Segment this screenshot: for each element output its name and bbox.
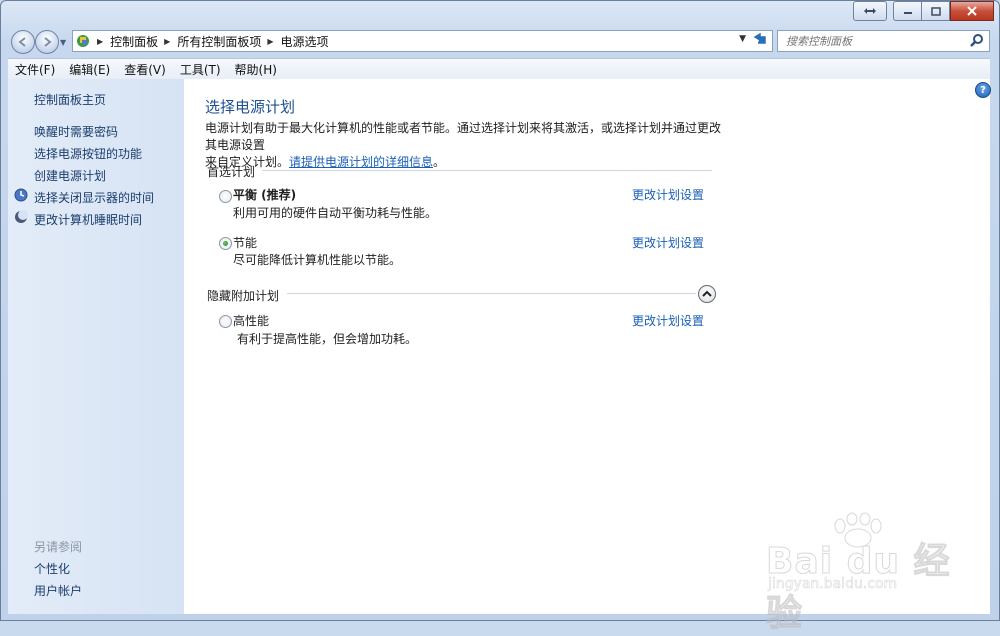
- refresh-button[interactable]: [749, 30, 771, 50]
- collapse-hidden-plans-button[interactable]: [698, 285, 716, 303]
- plan-balanced-desc: 利用可用的硬件自动平衡功耗与性能。: [233, 206, 438, 220]
- plan-balanced-radio[interactable]: [219, 190, 232, 203]
- plan-high-performance-settings-link[interactable]: 更改计划设置: [632, 312, 704, 329]
- description-line: 电源计划有助于最大化计算机的性能或者节能。通过选择计划来将其激活，或选择计划并通…: [205, 121, 722, 152]
- see-also-heading: 另请参阅: [34, 540, 83, 554]
- breadcrumb-separator[interactable]: ▶: [97, 37, 103, 46]
- sidebar-item-wake-password[interactable]: 唤醒时需要密码: [34, 123, 118, 140]
- sidebar: 控制面板主页 唤醒时需要密码 选择电源按钮的功能 创建电源计划 选择关闭显示器的…: [8, 79, 184, 614]
- search-box[interactable]: [777, 30, 990, 52]
- forward-button[interactable]: [35, 30, 59, 54]
- breadcrumb-all-items[interactable]: 所有控制面板项: [177, 33, 261, 50]
- snap-button[interactable]: [853, 1, 887, 21]
- search-input[interactable]: [784, 33, 968, 49]
- plan-high-performance-name[interactable]: 高性能: [233, 312, 269, 329]
- back-button[interactable]: [11, 30, 35, 54]
- page-title: 选择电源计划: [205, 98, 296, 116]
- recent-pages-dropdown[interactable]: ▼: [60, 38, 66, 47]
- maximize-icon: [930, 6, 941, 16]
- display-clock-icon: [14, 188, 28, 202]
- plan-high-performance-desc: 有利于提高性能，但会增加功耗。: [237, 332, 418, 346]
- watermark-url: jingyan.baidu.com: [768, 576, 898, 593]
- sidebar-item-sleep-time[interactable]: 更改计算机睡眠时间: [34, 211, 142, 228]
- plan-power-saver-settings-link[interactable]: 更改计划设置: [632, 234, 704, 251]
- page-description: 电源计划有助于最大化计算机的性能或者节能。通过选择计划来将其激活，或选择计划并通…: [205, 120, 725, 171]
- caption-buttons: [853, 1, 994, 21]
- minimize-button[interactable]: [893, 1, 921, 21]
- sidebar-item-create-plan[interactable]: 创建电源计划: [34, 167, 106, 184]
- breadcrumb-control-panel[interactable]: 控制面板: [110, 33, 158, 50]
- sidebar-item-display-off-time[interactable]: 选择关闭显示器的时间: [34, 189, 154, 206]
- menu-view[interactable]: 查看(V): [117, 61, 173, 78]
- close-button[interactable]: [950, 1, 994, 21]
- sidebar-item-personalization[interactable]: 个性化: [34, 560, 70, 577]
- sidebar-item-user-accounts[interactable]: 用户帐户: [34, 582, 82, 599]
- divider: [287, 293, 696, 294]
- sidebar-item-power-buttons[interactable]: 选择电源按钮的功能: [34, 145, 142, 162]
- plan-balanced-name[interactable]: 平衡 (推荐): [233, 186, 296, 203]
- sidebar-control-panel-home[interactable]: 控制面板主页: [34, 91, 106, 108]
- close-icon: [967, 6, 977, 16]
- help-button[interactable]: ?: [975, 82, 991, 98]
- menu-file[interactable]: 文件(F): [8, 61, 62, 78]
- divider: [262, 170, 712, 171]
- help-icon: ?: [980, 84, 986, 96]
- address-dropdown-icon[interactable]: ▼: [739, 34, 746, 44]
- minimize-icon: [903, 12, 912, 14]
- menu-tools[interactable]: 工具(T): [173, 61, 228, 78]
- breadcrumb-power-options[interactable]: 电源选项: [281, 33, 329, 50]
- plan-high-performance-radio[interactable]: [219, 315, 232, 328]
- plan-balanced-settings-link[interactable]: 更改计划设置: [632, 186, 704, 203]
- back-arrow-icon: [18, 37, 26, 47]
- preferred-plans-heading: 首选计划: [207, 165, 256, 179]
- plan-details-link[interactable]: 请提供电源计划的详细信息: [289, 155, 433, 169]
- forward-arrow-icon: [44, 37, 52, 47]
- sleep-moon-icon: [14, 210, 28, 224]
- breadcrumb-separator[interactable]: ▶: [164, 37, 170, 46]
- address-bar[interactable]: ▶ 控制面板 ▶ 所有控制面板项 ▶ 电源选项 ▼: [72, 30, 773, 52]
- plan-power-saver-desc: 尽可能降低计算机性能以节能。: [233, 253, 402, 267]
- description-suffix: 。: [433, 155, 446, 169]
- control-panel-icon: [75, 33, 91, 49]
- maximize-button[interactable]: [921, 1, 950, 21]
- search-icon[interactable]: [970, 33, 984, 50]
- chevron-up-icon: [702, 290, 712, 297]
- hidden-plans-heading: 隐藏附加计划: [207, 289, 280, 303]
- baidu-watermark: Bai du 经验 jingyan.baidu.com: [758, 512, 978, 635]
- swap-arrows-icon: [864, 8, 876, 14]
- menu-help[interactable]: 帮助(H): [228, 61, 284, 78]
- plan-power-saver-name[interactable]: 节能: [233, 234, 257, 251]
- plan-power-saver-radio[interactable]: [219, 237, 232, 250]
- refresh-icon: [753, 33, 766, 44]
- breadcrumb-separator[interactable]: ▶: [267, 37, 273, 46]
- menu-bar: 文件(F) 编辑(E) 查看(V) 工具(T) 帮助(H): [8, 58, 990, 80]
- description-line: 来自定义计划。请提供电源计划的详细信息。: [205, 154, 725, 171]
- menu-edit[interactable]: 编辑(E): [62, 61, 117, 78]
